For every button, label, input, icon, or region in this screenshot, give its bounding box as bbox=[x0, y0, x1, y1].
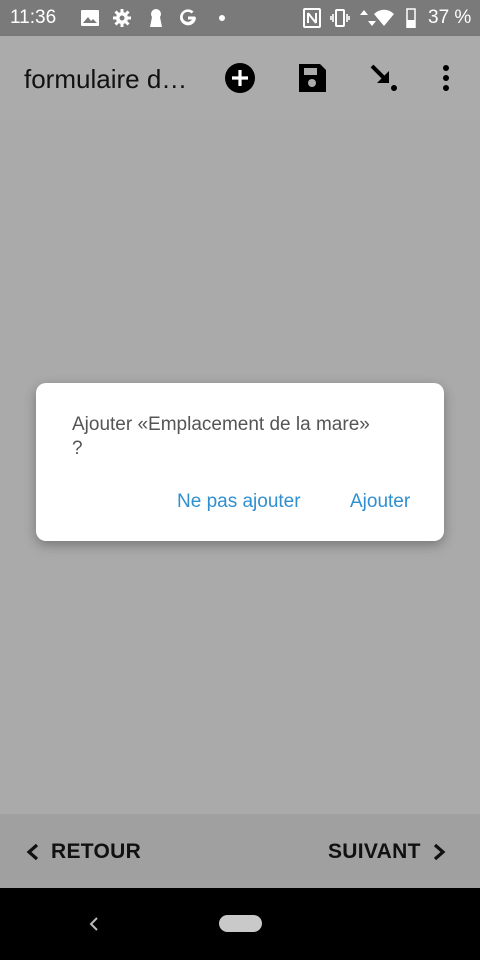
back-button[interactable]: RETOUR bbox=[24, 840, 141, 864]
app-bar: formulaire de terrain bbox=[0, 36, 480, 120]
system-back-icon[interactable] bbox=[86, 914, 102, 934]
next-label: SUIVANT bbox=[328, 840, 421, 863]
chevron-right-icon bbox=[433, 843, 446, 861]
dot-icon bbox=[219, 15, 225, 21]
status-bar: 11:36 37 % bbox=[0, 0, 480, 36]
add-button[interactable]: Ajouter bbox=[350, 491, 410, 513]
page-title: formulaire de terrain bbox=[24, 64, 196, 94]
vibrate-icon bbox=[330, 9, 350, 27]
settings-icon bbox=[113, 9, 131, 27]
keyhole-icon bbox=[150, 9, 162, 27]
back-label: RETOUR bbox=[51, 840, 142, 863]
google-icon bbox=[180, 9, 196, 26]
system-home-pill[interactable] bbox=[219, 915, 262, 932]
save-icon[interactable] bbox=[294, 60, 330, 96]
wifi-icon bbox=[374, 9, 394, 27]
dont-add-button[interactable]: Ne pas ajouter bbox=[177, 491, 301, 513]
battery-percent: 37 % bbox=[428, 7, 472, 28]
more-vert-icon[interactable] bbox=[428, 60, 464, 96]
next-button[interactable]: SUIVANT bbox=[328, 840, 448, 864]
nfc-icon bbox=[303, 8, 321, 28]
download-arrow-icon[interactable] bbox=[366, 60, 402, 96]
confirm-dialog: Ajouter «Emplacement de la mare» ? Ne pa… bbox=[36, 383, 444, 541]
dialog-message: Ajouter «Emplacement de la mare» ? bbox=[72, 414, 370, 459]
battery-icon bbox=[406, 8, 416, 28]
image-icon bbox=[81, 10, 99, 26]
bottom-navigation: RETOUR SUIVANT bbox=[0, 814, 480, 888]
clock: 11:36 bbox=[10, 7, 57, 28]
add-circle-icon[interactable] bbox=[222, 60, 258, 96]
chevron-left-icon bbox=[26, 843, 39, 861]
